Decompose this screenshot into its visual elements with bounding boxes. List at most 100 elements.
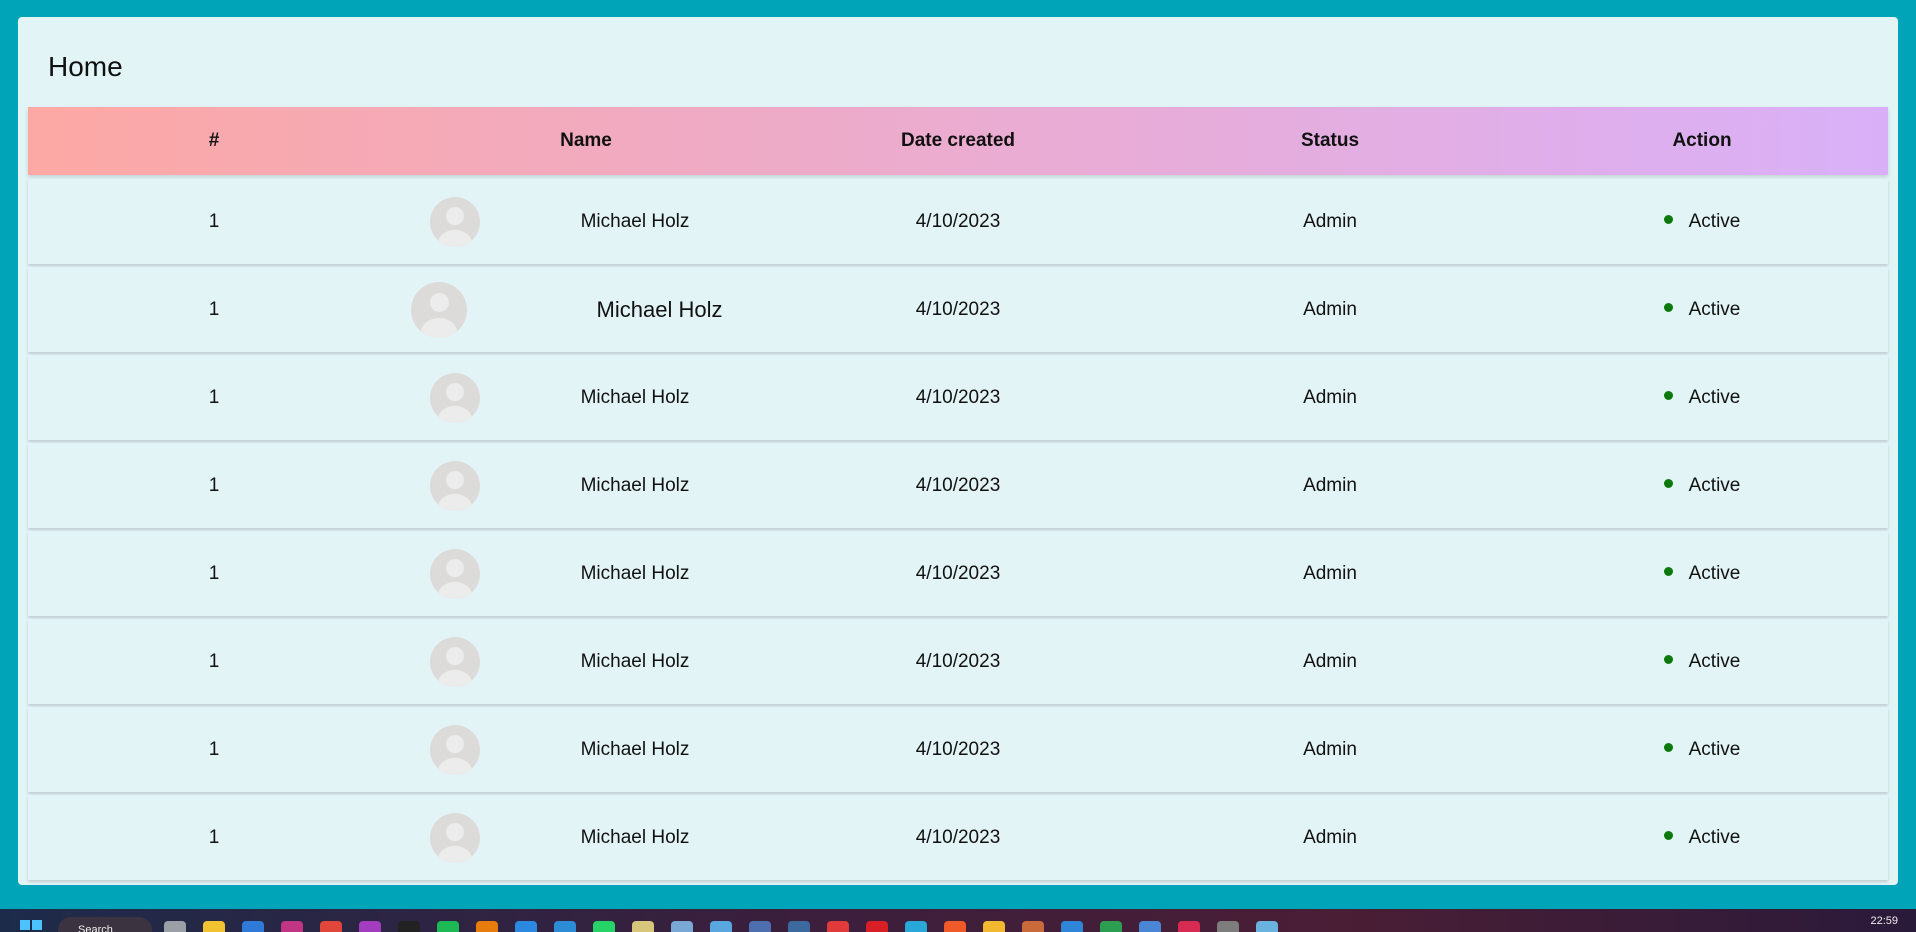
task-view-icon[interactable] xyxy=(164,921,186,932)
action-label: Active xyxy=(1688,826,1741,848)
row-index: 1 xyxy=(208,210,220,232)
active-dot-icon xyxy=(1663,303,1673,313)
user-name: Michael Holz xyxy=(580,738,690,760)
status-text: Admin xyxy=(1303,650,1357,672)
date-created: 4/10/2023 xyxy=(915,298,1001,320)
app-icon[interactable] xyxy=(905,921,927,932)
active-dot-icon xyxy=(1663,743,1673,753)
app-icon[interactable] xyxy=(827,921,849,932)
chrome-icon[interactable] xyxy=(320,921,342,932)
action-cell[interactable]: Active xyxy=(1516,739,1888,761)
row-index: 1 xyxy=(208,298,220,320)
app-icon[interactable] xyxy=(749,921,771,932)
action-label: Active xyxy=(1688,386,1741,408)
spotify-icon[interactable] xyxy=(437,921,459,932)
active-dot-icon xyxy=(1663,655,1673,665)
terminal-icon[interactable] xyxy=(398,921,420,932)
row-index: 1 xyxy=(208,562,220,584)
app-icon[interactable] xyxy=(1139,921,1161,932)
table-row[interactable]: 1 Michael Holz 4/10/2023 Admin Active xyxy=(28,443,1888,528)
app-icon[interactable] xyxy=(632,921,654,932)
whatsapp-icon[interactable] xyxy=(593,921,615,932)
name-cell: Michael Holz xyxy=(400,636,772,687)
status-text: Admin xyxy=(1303,386,1357,408)
main-card: Home # Name Date created Status Action 1… xyxy=(18,17,1898,885)
action-label: Active xyxy=(1688,562,1741,584)
app-icon[interactable] xyxy=(983,921,1005,932)
store-icon[interactable] xyxy=(242,921,264,932)
name-cell: Michael Holz xyxy=(400,196,772,247)
status-text: Admin xyxy=(1303,210,1357,232)
windows-start-icon[interactable] xyxy=(20,920,42,932)
app-icon[interactable] xyxy=(671,921,693,932)
table-row[interactable]: 1 Michael Holz 4/10/2023 Admin Active xyxy=(28,531,1888,616)
app-icon[interactable] xyxy=(1178,921,1200,932)
row-index: 1 xyxy=(208,826,220,848)
user-name: Michael Holz xyxy=(580,826,690,848)
table-row[interactable]: 1 Michael Holz 4/10/2023 Admin Active xyxy=(28,355,1888,440)
action-cell[interactable]: Active xyxy=(1516,651,1888,673)
active-dot-icon xyxy=(1663,567,1673,577)
action-cell[interactable]: Active xyxy=(1516,827,1888,849)
avatar xyxy=(430,196,480,247)
action-label: Active xyxy=(1688,298,1741,320)
status-text: Admin xyxy=(1303,298,1357,320)
date-created: 4/10/2023 xyxy=(915,738,1001,760)
table-row[interactable]: 1 Michael Holz 4/10/2023 Admin Active xyxy=(28,619,1888,704)
app-icon[interactable] xyxy=(788,921,810,932)
action-cell[interactable]: Active xyxy=(1516,475,1888,497)
instagram-icon[interactable] xyxy=(281,921,303,932)
action-label: Active xyxy=(1688,210,1741,232)
user-name: Michael Holz xyxy=(580,474,690,496)
edge-icon[interactable] xyxy=(554,921,576,932)
users-table: # Name Date created Status Action 1 Mich… xyxy=(28,107,1888,880)
taskbar-clock: 22:59 xyxy=(1870,915,1898,927)
taskbar-search[interactable]: Search xyxy=(58,917,152,932)
app-icon[interactable] xyxy=(1061,921,1083,932)
status-text: Admin xyxy=(1303,826,1357,848)
column-header-index: # xyxy=(208,130,220,151)
app-icon[interactable] xyxy=(1022,921,1044,932)
notepad-icon[interactable] xyxy=(710,921,732,932)
file-explorer-icon[interactable] xyxy=(203,921,225,932)
status-text: Admin xyxy=(1303,562,1357,584)
table-row[interactable]: 1 Michael Holz 4/10/2023 Admin Active xyxy=(28,267,1888,352)
page-title: Home xyxy=(48,51,123,82)
app-icon[interactable] xyxy=(944,921,966,932)
user-name: Michael Holz xyxy=(580,562,690,584)
row-index: 1 xyxy=(208,386,220,408)
action-cell[interactable]: Active xyxy=(1516,563,1888,585)
name-cell: Michael Holz xyxy=(400,548,772,599)
user-name: Michael Holz xyxy=(580,650,690,672)
active-dot-icon xyxy=(1663,479,1673,489)
app-icon[interactable] xyxy=(1100,921,1122,932)
column-header-name: Name xyxy=(560,130,612,151)
date-created: 4/10/2023 xyxy=(915,826,1001,848)
date-created: 4/10/2023 xyxy=(915,562,1001,584)
table-header: # Name Date created Status Action xyxy=(28,107,1888,175)
action-cell[interactable]: Active xyxy=(1516,299,1888,321)
search-label: Search xyxy=(78,924,113,932)
globe-icon[interactable] xyxy=(1256,921,1278,932)
intellij-icon[interactable] xyxy=(359,921,381,932)
date-created: 4/10/2023 xyxy=(915,474,1001,496)
name-cell: Michael Holz xyxy=(400,372,772,423)
action-label: Active xyxy=(1688,738,1741,760)
vscode-icon[interactable] xyxy=(515,921,537,932)
action-cell[interactable]: Active xyxy=(1516,387,1888,409)
active-dot-icon xyxy=(1663,391,1673,401)
avatar xyxy=(430,724,480,775)
table-row[interactable]: 1 Michael Holz 4/10/2023 Admin Active xyxy=(28,179,1888,264)
action-cell[interactable]: Active xyxy=(1516,211,1888,233)
date-created: 4/10/2023 xyxy=(915,386,1001,408)
app-icon[interactable] xyxy=(1217,921,1239,932)
opera-icon[interactable] xyxy=(866,921,888,932)
table-row[interactable]: 1 Michael Holz 4/10/2023 Admin Active xyxy=(28,707,1888,792)
avatar xyxy=(430,460,480,511)
date-created: 4/10/2023 xyxy=(915,650,1001,672)
blender-icon[interactable] xyxy=(476,921,498,932)
avatar xyxy=(430,372,480,423)
column-header-date-created: Date created xyxy=(900,130,1016,151)
table-row[interactable]: 1 Michael Holz 4/10/2023 Admin Active xyxy=(28,795,1888,880)
row-index: 1 xyxy=(208,738,220,760)
